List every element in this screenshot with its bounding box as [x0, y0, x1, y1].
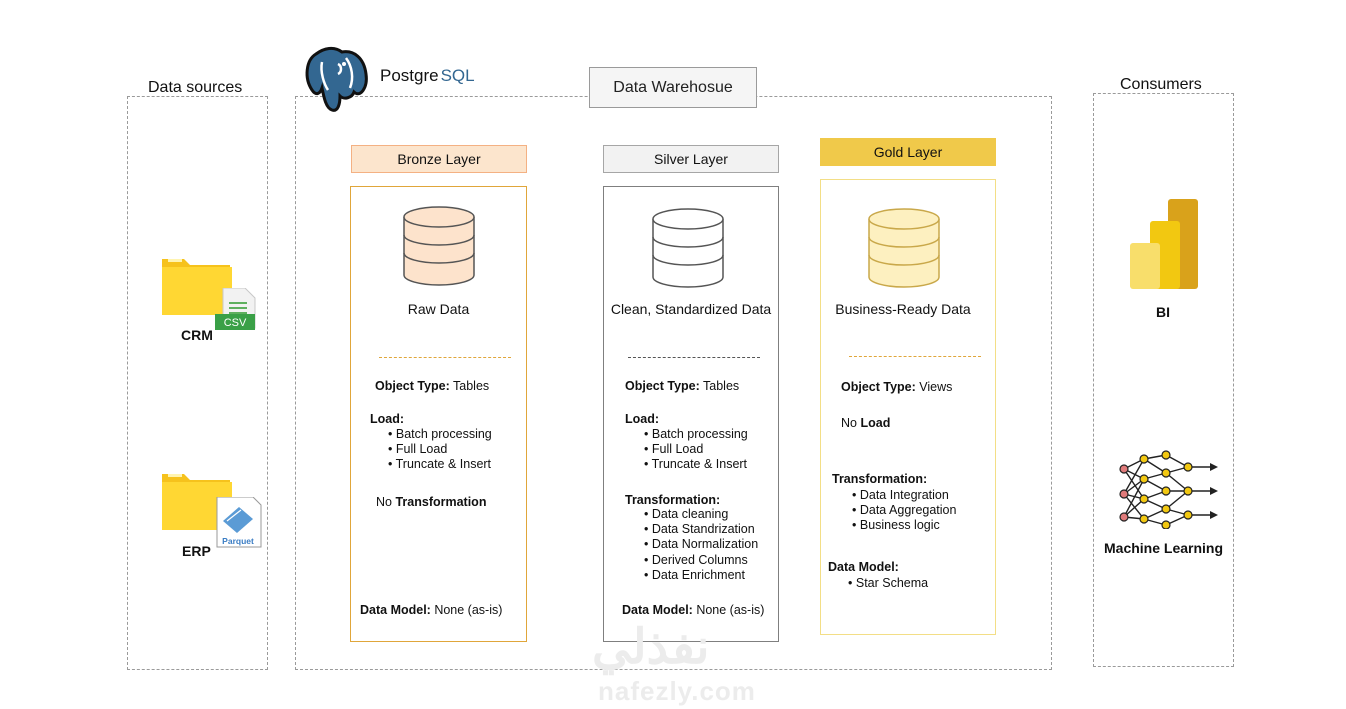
- silver-layer-title: Silver Layer: [603, 145, 779, 173]
- gold-load: No Load: [841, 416, 891, 430]
- list-item: Data Normalization: [644, 537, 758, 552]
- bronze-layer-box: Raw Data Object Type: Tables Load: Batch…: [350, 186, 527, 642]
- data-sources-title: Data sources: [148, 79, 243, 96]
- neural-network-icon: [1119, 450, 1218, 529]
- silver-load-label: Load:: [625, 412, 660, 426]
- silver-layer-box: Clean, Standardized Data Object Type: Ta…: [603, 186, 779, 642]
- watermark-latin: nafezly.com: [598, 676, 756, 706]
- data-sources-container: [127, 96, 268, 670]
- crm-source[interactable]: CSV CRM: [160, 255, 260, 345]
- list-item: Truncate & Insert: [644, 457, 748, 472]
- postgresql-name-part2: SQL: [440, 66, 475, 85]
- bi-consumer[interactable]: BI: [1120, 195, 1210, 325]
- silver-load-list: Batch processing Full Load Truncate & In…: [644, 427, 748, 473]
- csv-file-icon: CSV: [215, 288, 256, 330]
- bronze-transformation: No Transformation: [376, 495, 487, 509]
- silver-transformation-list: Data cleaning Data Standrization Data No…: [644, 507, 758, 583]
- postgresql-elephant-icon: [305, 46, 368, 112]
- list-item: Batch processing: [644, 427, 748, 442]
- bronze-caption: Raw Data: [407, 301, 470, 317]
- gold-data-model-label: Data Model:: [828, 560, 899, 574]
- list-item: Batch processing: [388, 427, 492, 442]
- gold-caption: Business-Ready Data: [835, 301, 971, 317]
- bronze-object-type: Object Type: Tables: [375, 379, 489, 394]
- bronze-layer-title: Bronze Layer: [351, 145, 527, 173]
- bronze-separator: [379, 357, 511, 358]
- gold-transformation-label: Transformation:: [832, 472, 928, 486]
- gold-layer-title: Gold Layer: [820, 138, 996, 166]
- silver-transformation-label: Transformation:: [625, 493, 721, 507]
- list-item: Data Enrichment: [644, 568, 758, 583]
- bronze-load-list: Batch processing Full Load Truncate & In…: [388, 427, 492, 473]
- gold-object-type: Object Type: Views: [841, 380, 953, 394]
- list-item: Full Load: [644, 442, 748, 457]
- database-icon: [652, 208, 724, 288]
- object-type-label: Object Type:: [375, 379, 450, 393]
- warehouse-title: Data Warehosue: [589, 67, 757, 108]
- list-item: Data Aggregation: [852, 503, 957, 518]
- parquet-badge-text: Parquet: [222, 536, 254, 546]
- parquet-file-icon: Parquet: [216, 497, 262, 548]
- bi-label: BI: [1156, 304, 1170, 320]
- gold-separator: [849, 356, 981, 357]
- erp-label: ERP: [182, 543, 211, 559]
- list-item: Business logic: [852, 518, 956, 533]
- gold-layer-box: Business-Ready Data Object Type: Views N…: [820, 179, 996, 635]
- machine-learning-label: Machine Learning: [1104, 540, 1224, 556]
- postgresql-name: Postgre SQL: [380, 66, 475, 86]
- consumers-title: Consumers: [1120, 76, 1202, 93]
- crm-label: CRM: [181, 327, 213, 343]
- postgresql-name-part1: Postgre: [380, 66, 439, 85]
- list-item: Full Load: [388, 442, 492, 457]
- silver-data-model: Data Model: None (as-is): [622, 603, 765, 617]
- bronze-data-model: Data Model: None (as-is): [360, 603, 503, 617]
- watermark-arabic: نفذلي: [592, 621, 710, 674]
- consumers-container: [1093, 93, 1234, 667]
- list-item: Data cleaning: [644, 507, 758, 522]
- list-item: Data Integration: [852, 488, 956, 503]
- silver-separator: [628, 357, 760, 358]
- power-bi-icon: [1130, 199, 1198, 289]
- list-item: Star Schema: [848, 576, 928, 591]
- csv-badge-text: CSV: [224, 317, 247, 329]
- list-item: Derived Columns: [644, 553, 758, 568]
- database-icon: [868, 208, 940, 288]
- gold-transformation-list: Data Integration Data Aggregation Busine…: [852, 488, 957, 534]
- machine-learning-consumer[interactable]: Machine Learning: [1100, 447, 1228, 562]
- erp-source[interactable]: Parquet ERP: [160, 470, 262, 565]
- silver-object-type: Object Type: Tables: [625, 379, 740, 393]
- bronze-load-label: Load:: [370, 412, 405, 426]
- database-icon: [403, 206, 475, 286]
- gold-data-model-list: Star Schema: [848, 576, 928, 591]
- silver-caption: Clean, Standardized Data: [610, 301, 772, 317]
- object-type-value: Tables: [453, 379, 490, 393]
- list-item: Truncate & Insert: [388, 457, 492, 472]
- list-item: Data Standrization: [644, 522, 758, 537]
